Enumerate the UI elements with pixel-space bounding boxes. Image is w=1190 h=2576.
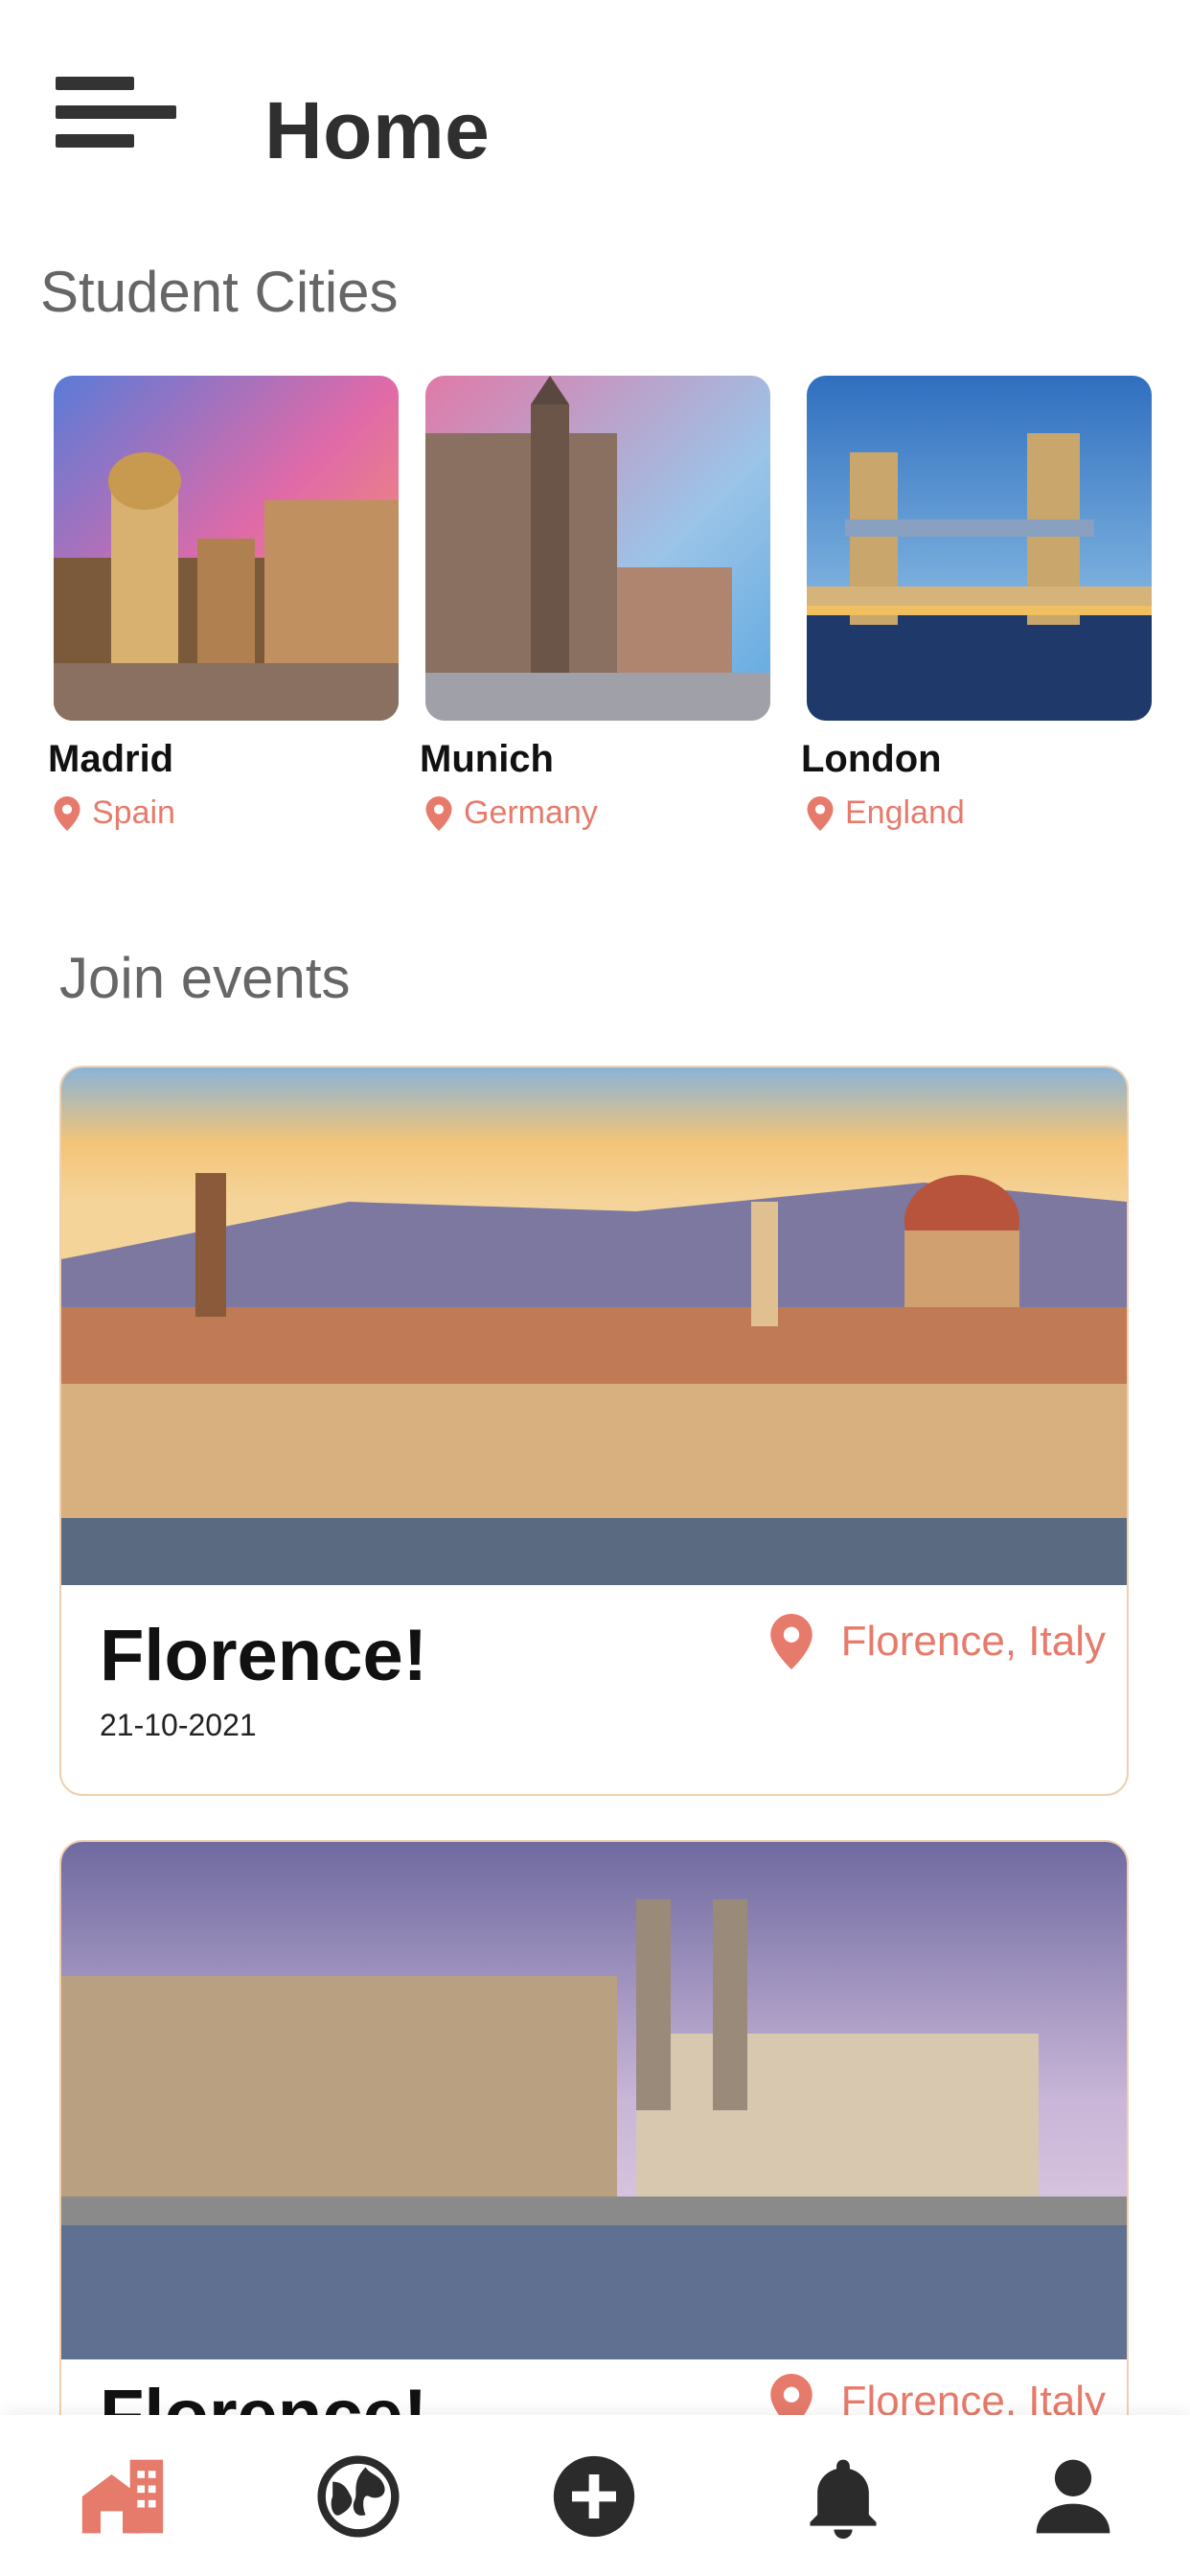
location-pin-icon — [54, 795, 80, 831]
event-location-text: Florence, Italy — [840, 2378, 1106, 2417]
location-pin-icon — [769, 2374, 812, 2417]
section-title-join-events: Join events — [59, 946, 351, 1010]
event-card[interactable]: Florence! Florence, Italy — [59, 1840, 1129, 2417]
city-location: Germany — [425, 794, 770, 832]
section-title-student-cities: Student Cities — [40, 260, 399, 324]
event-image — [61, 1068, 1127, 1585]
city-name: Munich — [420, 738, 554, 780]
event-location: Florence, Italy — [769, 1614, 1106, 1669]
event-date: 21-10-2021 — [100, 1708, 257, 1742]
location-pin-icon — [425, 795, 452, 831]
city-card-munich[interactable]: Munich Germany — [420, 376, 770, 832]
menu-icon[interactable] — [56, 77, 176, 148]
bell-icon — [810, 2459, 877, 2540]
nav-home[interactable] — [75, 2453, 171, 2540]
add-circle-icon — [553, 2455, 635, 2538]
city-name: London — [801, 738, 942, 780]
event-location-text: Florence, Italy — [840, 1618, 1106, 1665]
city-country: England — [845, 794, 965, 831]
city-name: Madrid — [48, 738, 174, 780]
profile-icon — [1036, 2459, 1110, 2534]
city-card-madrid[interactable]: Madrid Spain — [48, 376, 399, 832]
nav-notifications[interactable] — [795, 2453, 891, 2540]
bottom-navigation — [0, 2415, 1190, 2576]
location-pin-icon — [807, 795, 834, 831]
city-image-madrid — [54, 376, 399, 721]
home-icon — [81, 2459, 164, 2534]
event-card[interactable]: Florence! 21-10-2021 Florence, Italy — [59, 1066, 1129, 1796]
event-title: Florence! — [100, 2375, 428, 2417]
city-location: Spain — [54, 794, 399, 832]
nav-profile[interactable] — [1025, 2453, 1121, 2540]
city-card-london[interactable]: London England — [801, 376, 1152, 832]
nav-add[interactable] — [546, 2453, 642, 2540]
city-location: England — [807, 794, 1152, 832]
location-pin-icon — [769, 1614, 812, 1669]
nav-explore[interactable] — [310, 2453, 406, 2540]
event-image — [61, 1842, 1127, 2359]
page-title: Home — [264, 85, 491, 175]
city-image-munich — [425, 376, 770, 721]
event-location: Florence, Italy — [769, 2374, 1106, 2417]
city-country: Spain — [92, 794, 175, 831]
event-title: Florence! — [100, 1615, 428, 1696]
globe-icon — [317, 2455, 400, 2538]
city-country: Germany — [464, 794, 598, 831]
city-image-london — [807, 376, 1152, 721]
